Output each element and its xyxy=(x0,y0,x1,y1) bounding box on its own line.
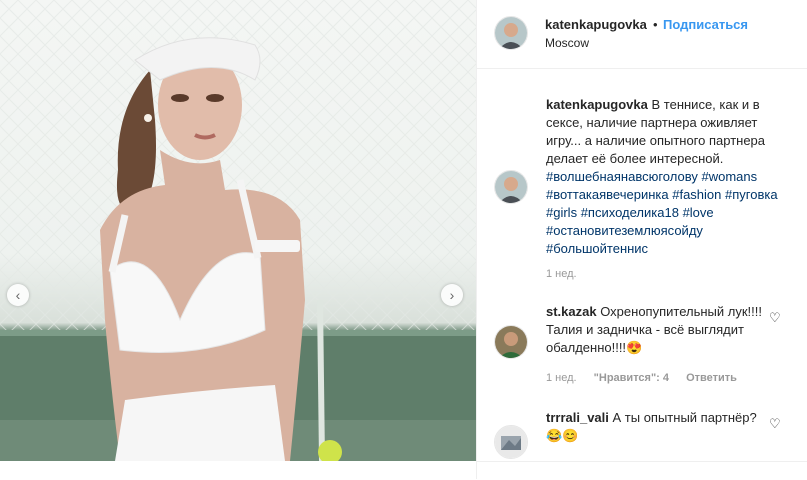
heart-outline-icon[interactable]: ♡ xyxy=(769,416,783,431)
author-avatar[interactable] xyxy=(494,16,528,50)
avatar-image xyxy=(495,326,527,358)
post-caption: katenkapugovka В теннисе, как и в сексе,… xyxy=(546,96,796,258)
comment-item: trrrali_vali А ты опытный партнёр?😂😊 xyxy=(546,409,771,445)
comment-username[interactable]: st.kazak xyxy=(546,304,597,319)
avatar-image xyxy=(495,17,527,49)
hashtag[interactable]: #fashion xyxy=(672,187,721,202)
next-photo-button[interactable]: › xyxy=(441,284,463,306)
separator-dot: • xyxy=(653,17,658,32)
photo-illustration xyxy=(0,0,476,461)
comment-likes[interactable]: "Нравится": 4 xyxy=(594,372,669,384)
author-username[interactable]: katenkapugovka xyxy=(545,17,647,32)
commenter-avatar[interactable] xyxy=(494,325,528,359)
post-header: katenkapugovka • Подписаться Moscow xyxy=(477,0,807,69)
hashtag[interactable]: #волшебнаянавсюголову xyxy=(546,169,698,184)
instagram-post-modal: ‹ › katenkapugovka • Подписаться Moscow xyxy=(0,0,807,480)
commenter-avatar[interactable] xyxy=(494,425,528,459)
chevron-left-icon: ‹ xyxy=(15,287,21,303)
post-sidebar: katenkapugovka • Подписаться Moscow kate… xyxy=(476,0,807,480)
hashtag[interactable]: #womans xyxy=(701,169,757,184)
follow-button[interactable]: Подписаться xyxy=(663,17,748,32)
hashtag[interactable]: #girls xyxy=(546,205,577,220)
caption-timestamp[interactable]: 1 нед. xyxy=(546,268,577,280)
comment-timestamp[interactable]: 1 нед. xyxy=(546,372,577,384)
hashtag[interactable]: #большойтеннис xyxy=(546,241,648,256)
comment-username[interactable]: trrrali_vali xyxy=(546,410,609,425)
avatar-image xyxy=(495,171,527,203)
avatar-image xyxy=(495,426,527,458)
previous-photo-button[interactable]: ‹ xyxy=(7,284,29,306)
reply-button[interactable]: Ответить xyxy=(686,372,737,384)
comment-item: st.kazak Охренопупительный лук!!!! Талия… xyxy=(546,303,771,357)
post-location[interactable]: Moscow xyxy=(545,36,589,50)
post-photo[interactable]: ‹ › xyxy=(0,0,476,461)
caption-avatar[interactable] xyxy=(494,170,528,204)
heart-outline-icon[interactable]: ♡ xyxy=(769,310,783,325)
caption-username[interactable]: katenkapugovka xyxy=(546,97,648,112)
post-actions-bar xyxy=(477,461,807,480)
hashtag[interactable]: #остановитеземлюясойду xyxy=(546,223,703,238)
hashtag[interactable]: #пуговка xyxy=(725,187,778,202)
hashtag[interactable]: #психоделика18 xyxy=(581,205,679,220)
comment-meta: 1 нед. "Нравится": 4 Ответить xyxy=(546,372,751,384)
hashtag[interactable]: #воттакаявечеринка xyxy=(546,187,669,202)
chevron-right-icon: › xyxy=(449,287,455,303)
hashtag[interactable]: #love xyxy=(683,205,714,220)
